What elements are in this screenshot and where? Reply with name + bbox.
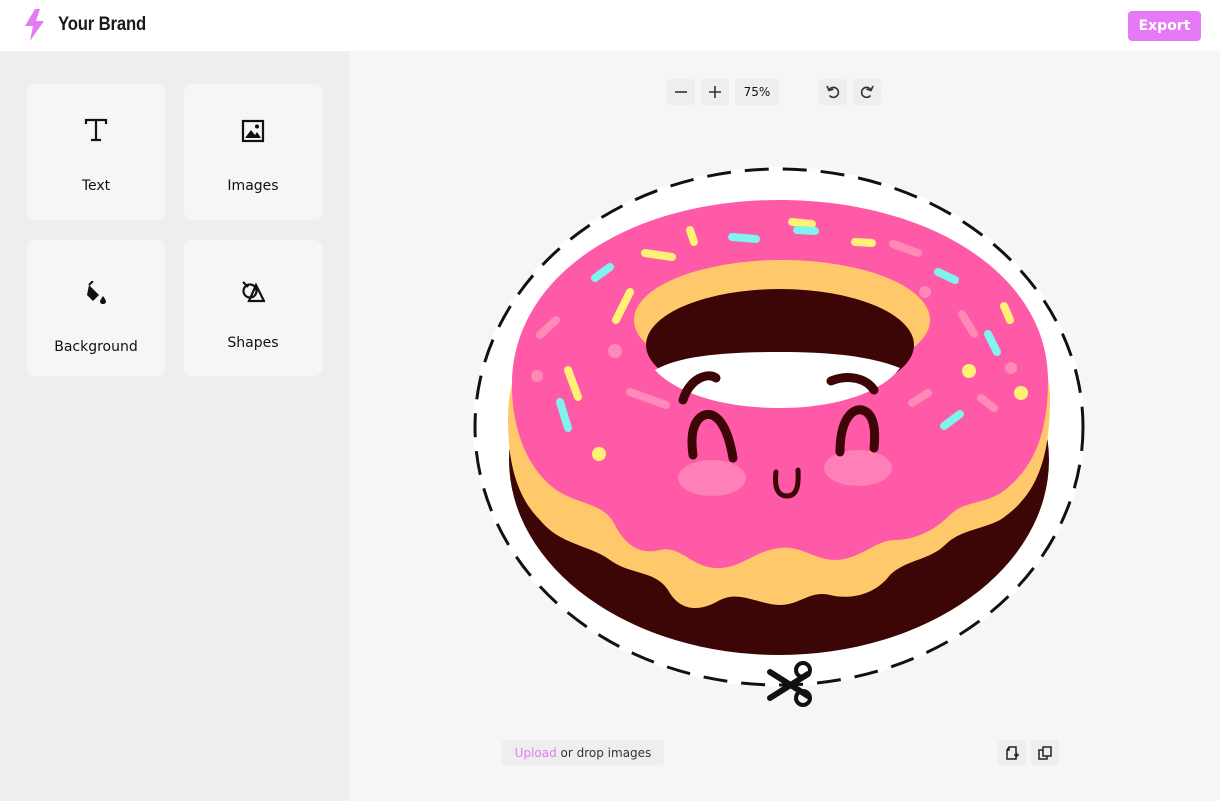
duplicate-icon <box>1038 746 1052 760</box>
plus-icon <box>709 86 721 98</box>
donut-sticker[interactable] <box>465 160 1095 720</box>
tool-text[interactable]: Text <box>27 84 165 220</box>
upload-link[interactable]: Upload <box>515 746 557 760</box>
shapes-icon <box>184 280 322 304</box>
zoom-in-button[interactable] <box>701 79 729 105</box>
history-controls <box>819 79 881 105</box>
undo-button[interactable] <box>819 79 847 105</box>
image-icon <box>184 119 322 143</box>
tool-images-label: Images <box>227 178 279 194</box>
export-button[interactable]: Export <box>1128 11 1201 41</box>
redo-icon <box>860 85 874 99</box>
duplicate-button[interactable] <box>1031 740 1059 766</box>
tool-text-label: Text <box>81 178 111 194</box>
sidebar: Text Images Background Shapes <box>0 51 349 801</box>
lightning-bolt-icon <box>25 9 44 41</box>
redo-button[interactable] <box>853 79 881 105</box>
brand[interactable]: Your Brand <box>22 9 158 41</box>
tool-background-label: Background <box>54 339 138 355</box>
upload-hint: or drop images <box>556 745 652 760</box>
zoom-out-button[interactable] <box>667 79 695 105</box>
tool-shapes[interactable]: Shapes <box>184 240 322 376</box>
brand-name: Your Brand <box>58 14 147 35</box>
add-page-button[interactable] <box>998 740 1026 766</box>
upload-drop-zone[interactable]: Upload or drop images <box>502 740 664 765</box>
minus-icon <box>675 91 687 93</box>
paint-bucket-icon <box>27 281 165 305</box>
tool-background[interactable]: Background <box>27 240 165 376</box>
top-bar: Your Brand Export <box>0 0 1220 51</box>
tool-shapes-label: Shapes <box>227 335 279 351</box>
text-icon <box>27 117 165 143</box>
undo-icon <box>826 85 840 99</box>
zoom-controls <box>667 79 729 105</box>
tool-images[interactable]: Images <box>184 84 322 220</box>
zoom-level[interactable]: 75% <box>735 79 779 105</box>
add-page-icon <box>1006 746 1019 760</box>
